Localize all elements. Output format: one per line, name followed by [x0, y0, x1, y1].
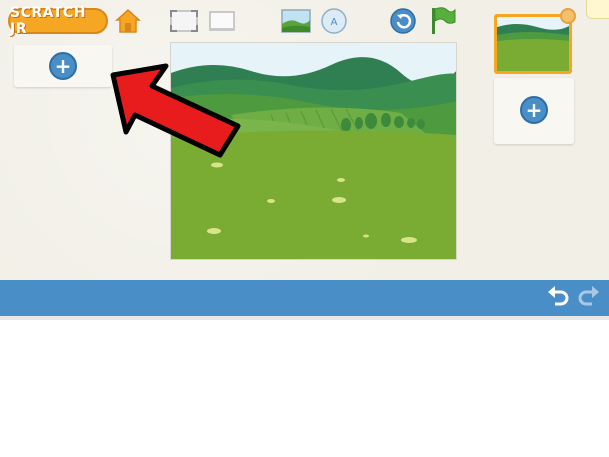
home-button[interactable]	[114, 7, 142, 35]
add-sprite-button[interactable]: +	[49, 52, 77, 80]
sprite-panel: +	[14, 45, 112, 87]
stage[interactable]	[170, 42, 457, 260]
title-text-button[interactable]: A	[319, 7, 349, 35]
reset-button[interactable]	[388, 7, 418, 35]
plus-icon: +	[54, 54, 72, 78]
bar-divider	[0, 316, 609, 320]
home-icon	[115, 8, 141, 33]
undo-button[interactable]	[546, 284, 572, 310]
redo-button[interactable]	[575, 284, 601, 310]
svg-text:A: A	[331, 17, 338, 28]
add-page-card: +	[494, 78, 574, 144]
reset-icon	[390, 8, 416, 34]
undo-icon	[548, 286, 569, 306]
add-page-button[interactable]: +	[520, 96, 548, 124]
corner-tab[interactable]	[586, 0, 609, 19]
scratchjr-logo[interactable]: SCRATCH JR	[8, 5, 108, 37]
pages-panel: +	[490, 8, 580, 144]
green-flag-button[interactable]	[428, 6, 458, 36]
presentation-mode-icon	[170, 10, 198, 32]
blocks-category-bar	[0, 280, 609, 316]
page-thumbnail-image	[497, 17, 569, 71]
page-badge	[560, 8, 576, 24]
background-icon	[281, 9, 311, 33]
plus-icon: +	[525, 98, 543, 122]
logo-text: SCRATCH JR	[10, 5, 86, 37]
redo-icon	[578, 286, 599, 306]
farm-background-image	[171, 43, 456, 259]
green-flag-icon	[432, 7, 456, 34]
grid-button[interactable]	[206, 8, 238, 34]
grid-icon	[209, 11, 235, 31]
background-button[interactable]	[280, 8, 312, 34]
page-thumbnail-1[interactable]	[494, 14, 572, 74]
presentation-mode-button[interactable]	[168, 8, 200, 34]
title-text-icon: A	[321, 8, 347, 34]
